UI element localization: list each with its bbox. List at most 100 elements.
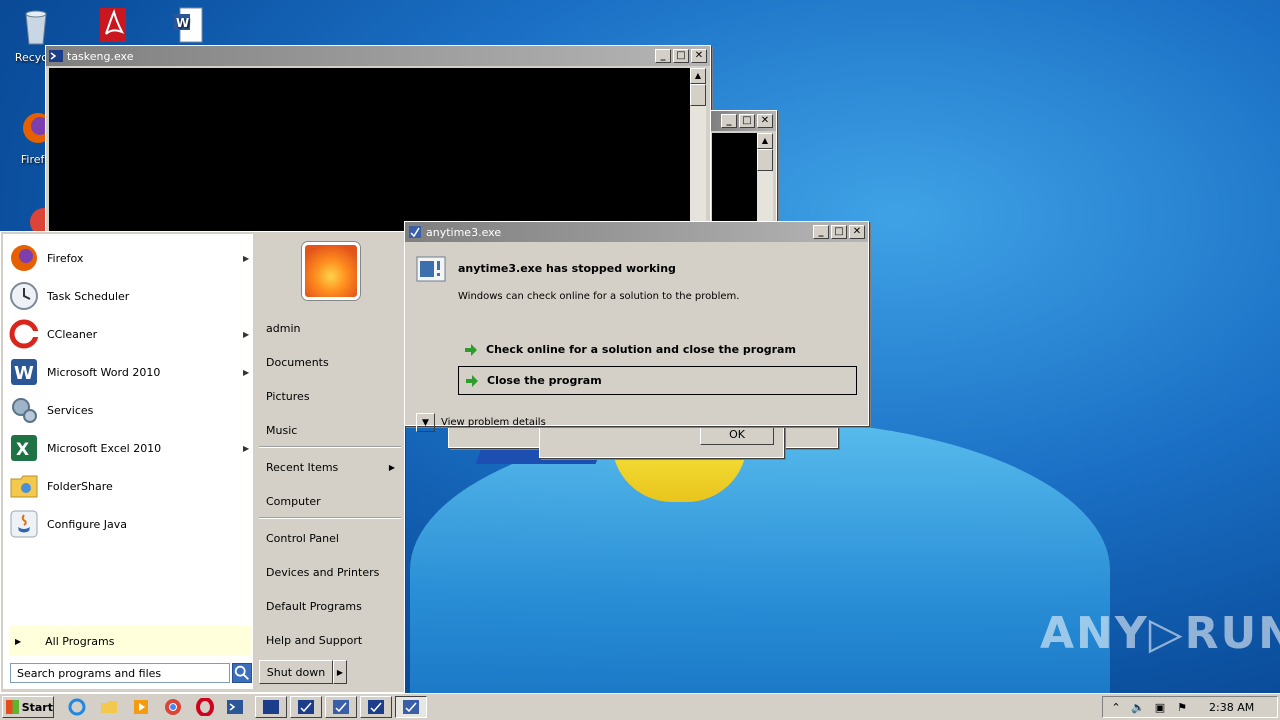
program-label: Microsoft Excel 2010	[47, 441, 162, 455]
vertical-scrollbar[interactable]: ▲	[757, 133, 773, 229]
start-item-control-panel[interactable]: Control Panel	[266, 523, 401, 553]
menu-separator	[259, 446, 401, 448]
quicklaunch-media-player[interactable]	[131, 697, 151, 717]
quicklaunch-chrome[interactable]	[163, 697, 183, 717]
minimize-button[interactable]: _	[813, 225, 829, 239]
wallpaper-swoosh	[410, 420, 1110, 720]
search-button[interactable]	[232, 663, 252, 683]
action-center-flag-icon[interactable]: ⚑	[1173, 699, 1191, 715]
ccleaner-icon	[9, 319, 39, 349]
taskeng-titlebar[interactable]: taskeng.exe _ □ ✕	[46, 46, 710, 66]
submenu-arrow-icon: ▶	[243, 329, 250, 339]
start-item-label: Recent Items	[266, 460, 339, 474]
start-button[interactable]: Start	[2, 696, 54, 718]
user-picture-avatar[interactable]	[302, 242, 360, 300]
network-icon[interactable]: ▣	[1151, 699, 1169, 715]
taskbar: Start ⌃ 🔈 ▣ ⚑ 2:38 AM	[0, 693, 1280, 720]
option-label: Check online for a solution and close th…	[486, 343, 796, 356]
scroll-up-arrow-icon[interactable]: ▲	[690, 68, 706, 84]
shutdown-options-arrow-icon[interactable]: ▶	[333, 660, 347, 684]
start-item-devices-printers[interactable]: Devices and Printers	[266, 557, 401, 587]
taskeng-window[interactable]: taskeng.exe _ □ ✕ ▲	[45, 45, 711, 235]
volume-icon[interactable]: 🔈	[1129, 699, 1147, 715]
console-output[interactable]	[49, 68, 690, 234]
start-item-admin[interactable]: admin	[266, 313, 401, 343]
close-program-button[interactable]: Close the program	[458, 366, 857, 395]
taskbar-button-console[interactable]	[255, 696, 287, 718]
all-programs-button[interactable]: ▶ All Programs	[9, 626, 252, 656]
scroll-thumb[interactable]	[757, 149, 773, 171]
window-title: anytime3.exe	[426, 225, 502, 239]
taskbar-button-taskeng[interactable]	[290, 696, 322, 718]
check-online-button[interactable]: Check online for a solution and close th…	[458, 335, 857, 364]
search-input[interactable]: Search programs and files	[10, 663, 230, 683]
maximize-button[interactable]: □	[831, 225, 847, 239]
quicklaunch-opera[interactable]	[195, 697, 215, 717]
desktop-icon-acrobat[interactable]	[80, 6, 144, 46]
program-firefox[interactable]: Firefox ▶	[9, 240, 253, 276]
close-button[interactable]: ✕	[757, 114, 773, 128]
view-problem-details[interactable]: ▼ View problem details	[416, 413, 546, 432]
window-title: taskeng.exe	[67, 49, 134, 63]
console-icon	[263, 700, 279, 714]
taskbar-button-app[interactable]	[325, 696, 357, 718]
start-menu[interactable]: Firefox ▶ Task Scheduler CCleaner ▶ W Mi…	[0, 231, 405, 693]
error-dialog[interactable]: anytime3.exe _ □ ✕ anytime3.exe has stop…	[404, 221, 869, 432]
ok-button[interactable]: OK	[700, 425, 774, 445]
maximize-button[interactable]: □	[673, 49, 689, 63]
windows-logo-icon	[6, 700, 19, 714]
shutdown-button[interactable]: Shut down	[259, 660, 333, 684]
minimize-button[interactable]: _	[721, 114, 737, 128]
firefox-icon	[11, 245, 37, 271]
error-dialog-titlebar[interactable]: anytime3.exe _ □ ✕	[405, 222, 868, 242]
program-services[interactable]: Services	[9, 392, 253, 428]
start-item-label: Pictures	[266, 389, 310, 403]
quicklaunch-explorer[interactable]	[99, 697, 119, 717]
start-item-label: Control Panel	[266, 531, 339, 545]
svg-text:W: W	[14, 363, 34, 384]
start-item-pictures[interactable]: Pictures	[266, 381, 401, 411]
media-player-icon	[134, 700, 148, 714]
start-item-documents[interactable]: Documents	[266, 347, 401, 377]
close-button[interactable]: ✕	[691, 49, 707, 63]
console-window-2[interactable]: _ □ ✕ ▲	[710, 110, 777, 230]
menu-separator	[259, 517, 401, 519]
start-item-recent-items[interactable]: Recent Items ▶	[266, 452, 401, 482]
start-item-default-programs[interactable]: Default Programs	[266, 591, 401, 621]
desktop-icon-word-doc[interactable]: W	[156, 6, 220, 46]
pdf-icon	[100, 8, 126, 42]
clock[interactable]: 2:38 AM	[1209, 701, 1254, 714]
console-window-2-titlebar[interactable]: _ □ ✕	[711, 111, 776, 131]
scroll-thumb[interactable]	[690, 84, 706, 106]
vertical-scrollbar[interactable]: ▲	[690, 68, 706, 234]
start-item-label: Devices and Printers	[266, 565, 380, 579]
gears-icon	[12, 398, 37, 423]
program-excel-2010[interactable]: X Microsoft Excel 2010 ▶	[9, 430, 253, 466]
start-label: Start	[21, 700, 53, 714]
taskbar-button-app[interactable]	[360, 696, 392, 718]
minimize-button[interactable]: _	[655, 49, 671, 63]
program-configure-java[interactable]: Configure Java	[9, 506, 253, 542]
app-icon	[403, 700, 419, 714]
close-button[interactable]: ✕	[849, 225, 865, 239]
clock-icon	[10, 282, 38, 310]
app-icon	[333, 700, 349, 714]
program-ccleaner[interactable]: CCleaner ▶	[9, 316, 253, 352]
taskbar-button-anytime3[interactable]	[395, 696, 427, 718]
show-hidden-icons-chevron-up-icon[interactable]: ⌃	[1107, 699, 1125, 715]
quicklaunch-powershell[interactable]	[225, 697, 245, 717]
start-item-music[interactable]: Music	[266, 415, 401, 445]
start-item-computer[interactable]: Computer	[266, 486, 401, 516]
maximize-button[interactable]: □	[739, 114, 755, 128]
program-word-2010[interactable]: W Microsoft Word 2010 ▶	[9, 354, 253, 390]
chevron-down-icon[interactable]: ▼	[416, 413, 435, 432]
search-icon	[234, 665, 249, 680]
quicklaunch-ie[interactable]	[67, 697, 87, 717]
opera-icon	[196, 698, 214, 716]
scroll-up-arrow-icon[interactable]: ▲	[757, 133, 773, 149]
start-item-help-support[interactable]: Help and Support	[266, 625, 401, 655]
program-foldershare[interactable]: FolderShare	[9, 468, 253, 504]
program-task-scheduler[interactable]: Task Scheduler	[9, 278, 253, 314]
console-output[interactable]	[712, 133, 758, 229]
internet-explorer-icon	[68, 698, 86, 716]
